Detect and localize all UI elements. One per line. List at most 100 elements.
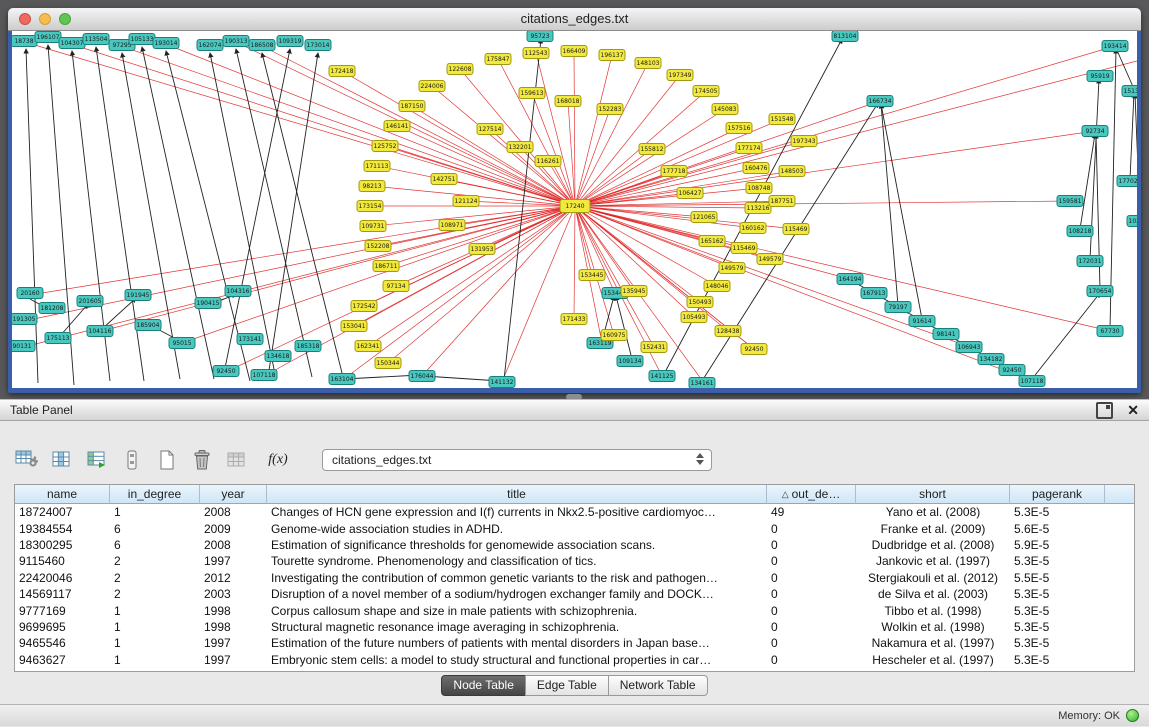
graph-node[interactable]: 134618: [265, 351, 291, 362]
minimize-window-button[interactable]: [39, 13, 51, 25]
graph-node[interactable]: 160975: [601, 330, 627, 341]
graph-node[interactable]: 177718: [661, 166, 687, 177]
graph-node[interactable]: 98213: [359, 181, 385, 192]
close-window-button[interactable]: [19, 13, 31, 25]
graph-node[interactable]: 196137: [599, 50, 625, 61]
graph-node[interactable]: 95015: [169, 338, 195, 349]
graph-node[interactable]: 174505: [693, 86, 719, 97]
graph-node[interactable]: 148103: [635, 58, 661, 69]
column-header-in_degree[interactable]: in_degree: [110, 485, 200, 504]
graph-node[interactable]: 91614: [909, 316, 935, 327]
graph-node[interactable]: 152431: [641, 342, 667, 353]
graph-node[interactable]: 150493: [687, 297, 713, 308]
graph-node[interactable]: 191305: [12, 314, 37, 325]
graph-node[interactable]: 116261: [535, 156, 561, 167]
new-table-button[interactable]: [154, 447, 180, 473]
table-row[interactable]: 2242004622012Investigating the contribut…: [15, 570, 1134, 586]
graph-node[interactable]: 190313: [223, 36, 249, 47]
table-row[interactable]: 946362711997Embryonic stem cells: a mode…: [15, 652, 1134, 668]
table-row[interactable]: 977716911998Corpus callosum shape and si…: [15, 602, 1134, 618]
window-titlebar[interactable]: citations_edges.txt: [8, 8, 1141, 31]
graph-node[interactable]: 197343: [791, 136, 817, 147]
column-header-name[interactable]: name: [15, 485, 110, 504]
show-columns-button[interactable]: [49, 447, 75, 473]
graph-node[interactable]: 187150: [399, 101, 425, 112]
graph-node[interactable]: 172418: [329, 66, 355, 77]
graph-node[interactable]: 172031: [1077, 256, 1103, 267]
graph-node[interactable]: 108218: [1067, 226, 1093, 237]
graph-node[interactable]: 167913: [861, 288, 887, 299]
graph-node[interactable]: 181208: [39, 303, 65, 314]
graph-node[interactable]: 20160: [17, 288, 43, 299]
graph-node[interactable]: 115469: [783, 224, 809, 235]
graph-node[interactable]: 162341: [355, 341, 381, 352]
graph-node[interactable]: 187751: [769, 196, 795, 207]
graph-node[interactable]: 162074: [197, 40, 223, 51]
graph-node[interactable]: 106427: [677, 188, 703, 199]
graph-node[interactable]: 134182: [978, 354, 1004, 365]
tab-edge-table[interactable]: Edge Table: [525, 675, 609, 696]
graph-node[interactable]: 171113: [364, 161, 390, 172]
graph-node[interactable]: 191945: [125, 290, 151, 301]
graph-node[interactable]: 128438: [715, 326, 741, 337]
tab-node-table[interactable]: Node Table: [441, 675, 526, 696]
function-builder-button[interactable]: f(x): [265, 447, 291, 473]
graph-node[interactable]: 107118: [251, 370, 277, 381]
table-settings-button[interactable]: [14, 447, 40, 473]
graph-node[interactable]: 186711: [373, 261, 399, 272]
row-selector-button[interactable]: [119, 447, 145, 473]
graph-node[interactable]: 185904: [135, 320, 161, 331]
graph-node[interactable]: 122608: [447, 64, 473, 75]
table-row[interactable]: 969969511998Structural magnetic resonanc…: [15, 619, 1134, 635]
column-header-out_de[interactable]: △out_de…: [767, 485, 856, 504]
column-header-pagerank[interactable]: pagerank: [1010, 485, 1105, 504]
graph-node[interactable]: 67730: [1097, 326, 1123, 337]
graph-node[interactable]: 151304: [1122, 86, 1137, 97]
graph-node[interactable]: 135945: [621, 286, 647, 297]
graph-node[interactable]: 17240: [560, 200, 590, 213]
table-source-combobox[interactable]: citations_edges.txt: [322, 449, 712, 471]
graph-node[interactable]: 108971: [439, 220, 465, 231]
float-panel-icon[interactable]: [1096, 402, 1113, 419]
graph-node[interactable]: 153041: [341, 321, 367, 332]
graph-node[interactable]: 106943: [956, 342, 982, 353]
graph-node[interactable]: 145083: [712, 104, 738, 115]
graph-node[interactable]: 109134: [617, 356, 643, 367]
graph-node[interactable]: 127514: [477, 124, 503, 135]
graph-node[interactable]: 108748: [746, 183, 772, 194]
graph-node[interactable]: 164194: [837, 274, 863, 285]
graph-node[interactable]: 92450: [213, 366, 239, 377]
tab-network-table[interactable]: Network Table: [608, 675, 708, 696]
graph-node[interactable]: 155812: [639, 144, 665, 155]
graph-node[interactable]: 166409: [561, 46, 587, 57]
graph-node[interactable]: 177174: [736, 143, 762, 154]
graph-node[interactable]: 134161: [689, 378, 715, 389]
close-panel-icon[interactable]: ✕: [1127, 404, 1139, 417]
graph-node[interactable]: 109319: [277, 36, 303, 47]
graph-node[interactable]: 176044: [409, 371, 435, 382]
table-row[interactable]: 911546021997Tourette syndrome. Phenomeno…: [15, 553, 1134, 569]
graph-node[interactable]: 152208: [365, 241, 391, 252]
graph-node[interactable]: 92450: [999, 365, 1025, 376]
graph-node[interactable]: 193414: [1102, 41, 1128, 52]
graph-node[interactable]: 148503: [779, 166, 805, 177]
table-row[interactable]: 1938455462009Genome-wide association stu…: [15, 520, 1134, 536]
graph-node[interactable]: 150344: [375, 358, 401, 369]
import-table-button[interactable]: [224, 447, 250, 473]
graph-node[interactable]: 104116: [87, 326, 113, 337]
graph-node[interactable]: 165162: [699, 236, 725, 247]
graph-node[interactable]: 163104: [329, 374, 355, 385]
graph-node[interactable]: 151548: [769, 114, 795, 125]
graph-node[interactable]: 105493: [681, 312, 707, 323]
graph-node[interactable]: 175847: [485, 54, 511, 65]
graph-node[interactable]: 113504: [83, 34, 109, 45]
graph-node[interactable]: 171433: [561, 314, 587, 325]
graph-node[interactable]: 168018: [555, 96, 581, 107]
graph-node[interactable]: 113216: [745, 203, 771, 214]
graph-node[interactable]: 159613: [519, 88, 545, 99]
graph-node[interactable]: 159581: [1057, 196, 1083, 207]
graph-node[interactable]: 193014: [153, 38, 179, 49]
graph-node[interactable]: 197349: [667, 70, 693, 81]
graph-node[interactable]: 185318: [295, 341, 321, 352]
table-row[interactable]: 946554611997Estimation of the future num…: [15, 635, 1134, 651]
